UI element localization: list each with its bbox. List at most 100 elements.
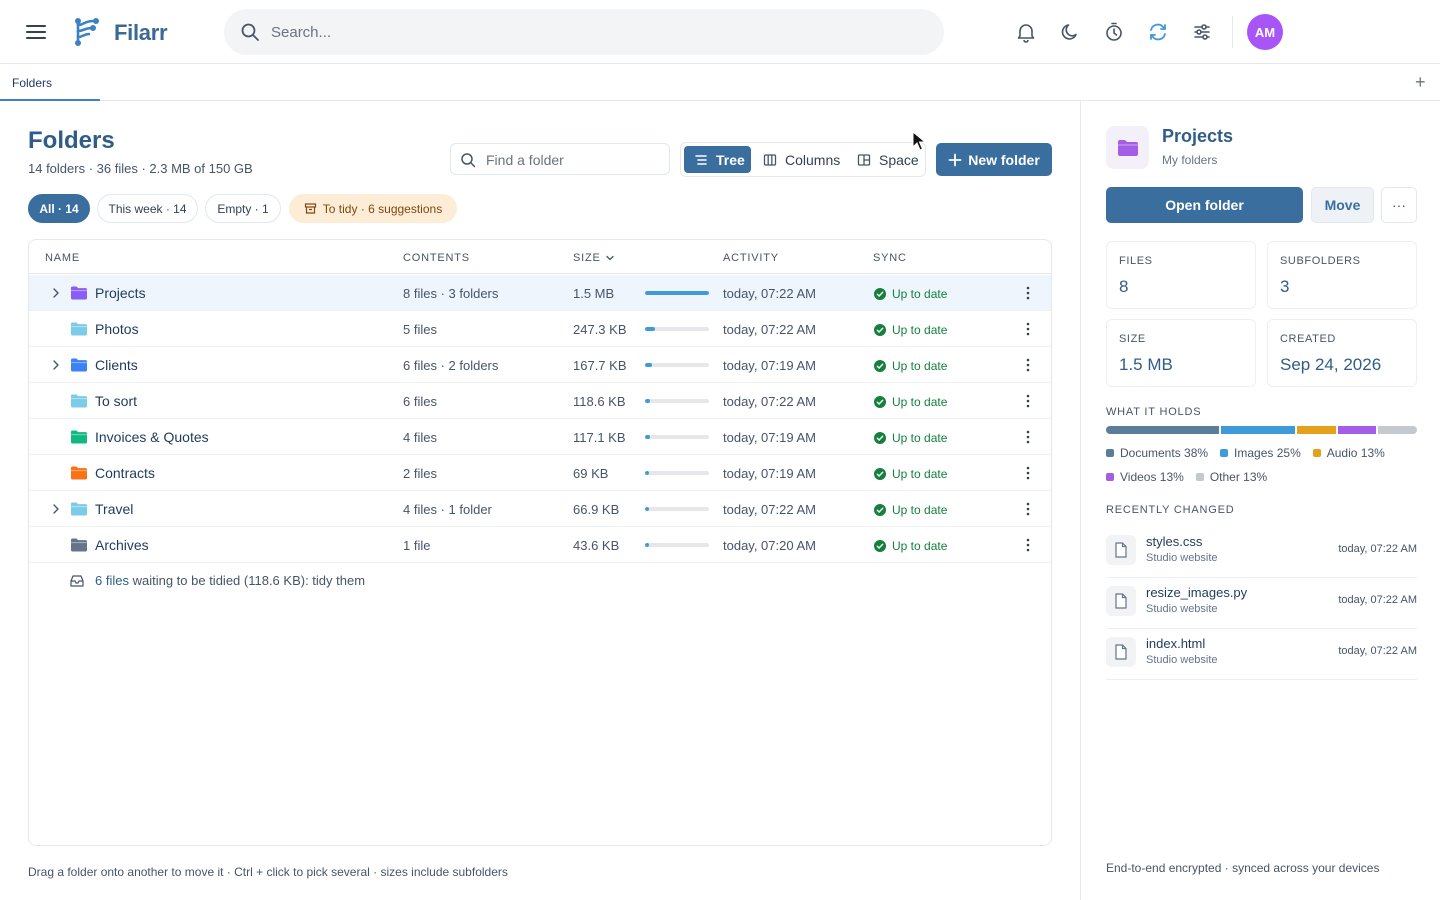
tidy-notice[interactable]: 6 files waiting to be tidied (118.6 KB):… bbox=[69, 573, 365, 588]
tab-folders[interactable]: Folders bbox=[0, 64, 100, 101]
recent-file-name: index.html bbox=[1146, 636, 1206, 651]
col-sync-header[interactable]: SYNC bbox=[873, 252, 907, 264]
tidy-text: 6 files waiting to be tidied (118.6 KB):… bbox=[95, 573, 366, 588]
sync-label: Up to date bbox=[892, 287, 948, 301]
recent-file-item[interactable]: index.html Studio website today, 07:22 AM bbox=[1106, 629, 1417, 680]
row-menu-icon[interactable] bbox=[1025, 393, 1031, 409]
folder-size: 1.5 MB bbox=[573, 286, 615, 301]
filter-empty-chip[interactable]: Empty · 1 bbox=[205, 194, 281, 223]
col-size-header[interactable]: SIZE bbox=[573, 252, 615, 264]
recent-file-project: Studio website bbox=[1146, 552, 1218, 564]
folder-icon bbox=[70, 466, 88, 480]
menu-icon[interactable] bbox=[24, 20, 48, 44]
folder-size: 247.3 KB bbox=[573, 322, 627, 337]
legend-item: Documents 38% bbox=[1106, 445, 1208, 461]
stat-size: SIZE 1.5 MB bbox=[1106, 319, 1256, 387]
table-row[interactable]: Projects 8 files · 3 folders 1.5 MB today, … bbox=[29, 275, 1051, 311]
search-placeholder: Search... bbox=[271, 24, 332, 41]
more-options-button[interactable]: ··· bbox=[1381, 187, 1417, 223]
folder-icon bbox=[70, 502, 88, 516]
view-columns-button[interactable]: Columns bbox=[753, 146, 843, 173]
chevron-right-icon[interactable] bbox=[49, 286, 63, 300]
row-menu-icon[interactable] bbox=[1025, 465, 1031, 481]
size-bar-fill bbox=[645, 399, 651, 403]
find-folder-field[interactable] bbox=[450, 143, 670, 175]
table-row[interactable]: Travel 4 files · 1 folder 66.9 KB today, 07… bbox=[29, 491, 1051, 527]
chevron-right-icon[interactable] bbox=[49, 502, 63, 516]
global-search[interactable]: Search... bbox=[224, 9, 944, 55]
bell-icon[interactable] bbox=[1015, 21, 1037, 43]
row-menu-icon[interactable] bbox=[1025, 285, 1031, 301]
logo-icon bbox=[72, 16, 102, 48]
table-row[interactable]: Clients 6 files · 2 folders 167.7 KB today,… bbox=[29, 347, 1051, 383]
add-tab-icon[interactable]: + bbox=[1415, 73, 1426, 91]
sync-label: Up to date bbox=[892, 467, 948, 481]
filter-to-tidy-chip[interactable]: To tidy · 6 suggestions bbox=[289, 194, 457, 223]
sync-label: Up to date bbox=[892, 395, 948, 409]
col-contents-header[interactable]: CONTENTS bbox=[403, 252, 470, 264]
recent-file-name: resize_images.py bbox=[1146, 585, 1248, 600]
legend-label: Other 13% bbox=[1209, 470, 1268, 484]
composition-legend: Documents 38% Images 25% Audio 13% Videos 1… bbox=[1106, 445, 1417, 485]
chevron-right-icon[interactable] bbox=[49, 358, 63, 372]
col-activity-header[interactable]: ACTIVITY bbox=[723, 252, 779, 264]
table-row[interactable]: Archives 1 file 43.6 KB today, 07:20 AM Up t… bbox=[29, 527, 1051, 563]
legend-label: Videos 13% bbox=[1120, 470, 1184, 484]
inbox-icon bbox=[70, 574, 84, 587]
recent-file-project: Studio website bbox=[1146, 603, 1218, 615]
view-tree-button[interactable]: Tree bbox=[684, 146, 751, 173]
check-circle-icon bbox=[874, 432, 886, 444]
new-folder-button[interactable]: New folder bbox=[936, 143, 1052, 176]
col-name-header[interactable]: NAME bbox=[45, 252, 80, 264]
folder-activity: today, 07:22 AM bbox=[723, 286, 816, 301]
stat-files: FILES 8 bbox=[1106, 241, 1256, 309]
filter-label: This week · 14 bbox=[108, 201, 187, 216]
folder-activity: today, 07:19 AM bbox=[723, 430, 816, 445]
open-folder-button[interactable]: Open folder bbox=[1106, 187, 1303, 223]
legend-swatch bbox=[1312, 449, 1321, 457]
legend-swatch bbox=[1220, 449, 1229, 457]
move-button[interactable]: Move bbox=[1311, 187, 1374, 223]
box-icon bbox=[304, 203, 316, 214]
table-row[interactable]: Invoices & Quotes 4 files 117.1 KB today, 0… bbox=[29, 419, 1051, 455]
recent-file-item[interactable]: resize_images.py Studio website today, 07:… bbox=[1106, 578, 1417, 629]
find-folder-input[interactable] bbox=[486, 150, 661, 170]
size-bar bbox=[645, 435, 709, 439]
tidy-link[interactable]: 6 files bbox=[95, 573, 129, 588]
row-menu-icon[interactable] bbox=[1025, 357, 1031, 373]
row-menu-icon[interactable] bbox=[1025, 537, 1031, 553]
timer-icon[interactable] bbox=[1103, 21, 1125, 43]
folder-icon bbox=[70, 286, 88, 300]
filter-all-chip[interactable]: All · 14 bbox=[28, 194, 90, 223]
size-bar-fill bbox=[645, 543, 649, 547]
recent-file-project: Studio website bbox=[1146, 654, 1218, 666]
row-menu-icon[interactable] bbox=[1025, 501, 1031, 517]
table-row[interactable]: Contracts 2 files 69 KB today, 07:19 AM Up t… bbox=[29, 455, 1051, 491]
avatar[interactable]: AM bbox=[1247, 14, 1283, 50]
sync-status: Up to date bbox=[874, 503, 947, 517]
table-row[interactable]: To sort 6 files 118.6 KB today, 07:22 AM Up … bbox=[29, 383, 1051, 419]
legend-swatch bbox=[1106, 449, 1114, 457]
settings-sliders-icon[interactable] bbox=[1191, 21, 1213, 43]
table-row[interactable]: Photos 5 files 247.3 KB today, 07:22 AM Up t… bbox=[29, 311, 1051, 347]
folder-icon bbox=[70, 394, 88, 408]
row-menu-icon[interactable] bbox=[1025, 429, 1031, 445]
composition-segment bbox=[1220, 426, 1296, 434]
view-columns-label: Columns bbox=[785, 151, 841, 168]
filter-this-week-chip[interactable]: This week · 14 bbox=[97, 194, 198, 223]
size-bar bbox=[645, 471, 709, 475]
legend-item: Images 25% bbox=[1220, 445, 1301, 461]
folder-size: 117.1 KB bbox=[573, 430, 626, 445]
table-header: NAME CONTENTS SIZE ACTIVITY SYNC bbox=[29, 240, 1051, 274]
size-bar-fill bbox=[645, 327, 656, 331]
composition-segment bbox=[1106, 426, 1219, 434]
divider bbox=[1232, 16, 1233, 48]
check-circle-icon bbox=[874, 540, 886, 552]
recent-file-item[interactable]: styles.css Studio website today, 07:22 AM bbox=[1106, 527, 1417, 578]
row-menu-icon[interactable] bbox=[1025, 321, 1031, 337]
size-bar bbox=[645, 543, 709, 547]
moon-icon[interactable] bbox=[1059, 21, 1081, 43]
composition-segment bbox=[1297, 426, 1336, 434]
folder-contents: 4 files · 1 folder bbox=[403, 502, 492, 517]
sync-icon[interactable] bbox=[1147, 21, 1169, 43]
